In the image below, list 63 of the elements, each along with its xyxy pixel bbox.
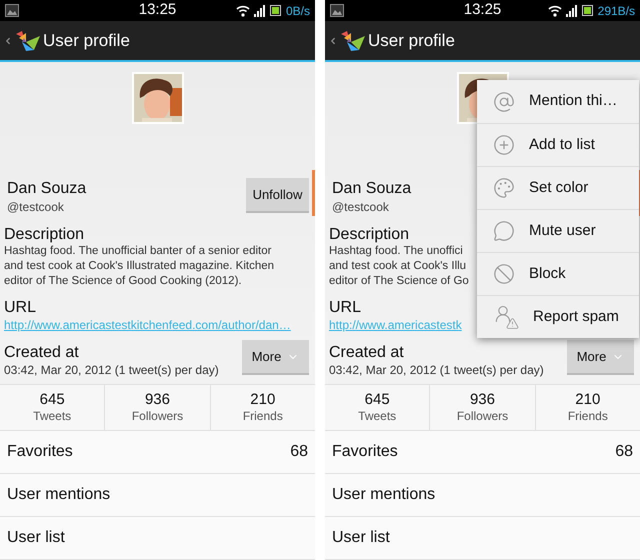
network-speed: 0B/s (286, 2, 310, 20)
section-heading: URL (4, 298, 36, 317)
list-row[interactable]: Favorites 68 (325, 431, 640, 474)
more-button[interactable]: More (242, 340, 309, 375)
list-row[interactable]: Favorites 68 (0, 431, 315, 474)
back-button[interactable] (3, 30, 40, 52)
section-heading: Created at (329, 343, 405, 362)
menu-item[interactable]: Add to list (477, 123, 639, 166)
plus-circle-icon (493, 134, 515, 156)
user-warning-icon (493, 304, 519, 330)
back-icon (328, 36, 338, 46)
description-text: Hashtag food. The unoffici and test cook at Cook's Illu editor of The Science of Go (329, 244, 469, 289)
section-heading: URL (329, 298, 362, 317)
list-row[interactable]: User list (0, 517, 315, 560)
stat-button[interactable]: 645 Tweets (0, 385, 104, 430)
menu-item[interactable]: Report spam (477, 295, 639, 338)
battery-icon (270, 5, 282, 16)
back-button[interactable] (328, 30, 365, 52)
stat-button[interactable]: 210 Friends (210, 385, 315, 430)
section-heading: Description (4, 225, 84, 244)
back-icon (3, 36, 13, 46)
more-button[interactable]: More (567, 340, 634, 375)
menu-item[interactable]: Block (477, 252, 639, 295)
description-text: Hashtag food. The unofficial banter of a senior editor and test cook at Cook's Illustrated magazine. Kitchen editor of The Science of Good Cooking (2012). (4, 244, 274, 289)
created-date: 03:42, Mar 20, 2012 (1 tweet(s) per day) (4, 362, 219, 378)
menu-item[interactable]: Set color (477, 166, 639, 209)
list-row[interactable]: User list (325, 517, 640, 560)
clock-time: 13:25 (464, 0, 502, 20)
stat-button[interactable]: 936 Followers (429, 385, 535, 430)
speech-bubble-icon (493, 220, 515, 242)
signal-icon (566, 4, 578, 17)
wifi-icon (236, 4, 250, 17)
image-notification-icon (5, 4, 19, 18)
image-notification-icon (330, 4, 344, 18)
user-name: Dan Souza (332, 179, 412, 199)
unfollow-button[interactable]: Unfollow (246, 178, 309, 213)
list-row[interactable]: User mentions (0, 474, 315, 517)
screen-title: User profile (368, 30, 455, 52)
bird-logo-icon (14, 30, 40, 52)
scroll-indicator (312, 170, 315, 216)
block-icon (493, 263, 515, 285)
at-sign-icon (493, 90, 515, 112)
signal-icon (254, 4, 266, 17)
stat-button[interactable]: 936 Followers (104, 385, 210, 430)
user-handle: @testcook (7, 199, 65, 215)
clock-time: 13:25 (138, 0, 176, 20)
created-date: 03:42, Mar 20, 2012 (1 tweet(s) per day) (329, 362, 544, 378)
section-heading: Created at (4, 343, 80, 362)
battery-icon (582, 5, 594, 16)
wifi-icon (548, 4, 562, 17)
menu-item[interactable]: Mute user (477, 209, 639, 252)
palette-icon (493, 177, 515, 199)
screen-title: User profile (43, 30, 130, 52)
user-name: Dan Souza (7, 179, 86, 199)
menu-item[interactable]: Mention thi… (477, 80, 639, 123)
stat-button[interactable]: 210 Friends (534, 385, 640, 430)
section-heading: Description (329, 225, 410, 244)
user-handle: @testcook (332, 199, 390, 215)
stat-button[interactable]: 645 Tweets (325, 385, 430, 430)
bird-logo-icon (339, 30, 365, 52)
network-speed: 291B/s (598, 2, 635, 20)
list-row[interactable]: User mentions (325, 474, 640, 517)
avatar (132, 72, 184, 124)
